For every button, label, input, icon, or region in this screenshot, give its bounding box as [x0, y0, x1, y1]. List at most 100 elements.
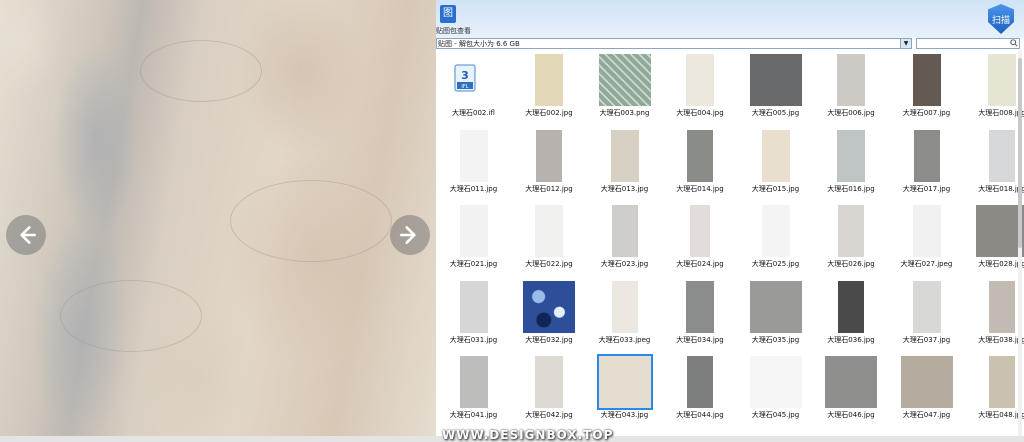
path-combobox[interactable]: 贴图 - 解包大小为 6.6 GB ▼ — [436, 38, 912, 49]
file-name: 大理石037.jpg — [902, 335, 951, 344]
file-item[interactable]: 大理石007.jpg — [889, 50, 964, 125]
file-name: 大理石008.jpg — [978, 109, 1024, 117]
file-item[interactable]: 大理石012.jpg — [512, 126, 587, 201]
file-name: 大理石013.jpg — [600, 184, 649, 193]
file-name: 大理石041.jpg — [449, 411, 498, 419]
scan-button[interactable]: 扫描 — [988, 4, 1014, 34]
file-thumbnail — [988, 54, 1016, 106]
file-item[interactable]: 大理石004.jpg — [663, 50, 738, 125]
file-thumbnail — [686, 54, 714, 106]
file-item[interactable]: 大理石032.jpg — [512, 277, 587, 352]
file-thumbnail — [838, 280, 864, 333]
file-item[interactable]: 大理石014.jpg — [663, 126, 738, 201]
file-item[interactable]: 大理石046.jpg — [814, 352, 889, 427]
svg-text:IFL: IFL — [461, 84, 468, 90]
arrow-right-icon — [400, 226, 416, 244]
file-item[interactable]: 大理石005.jpg — [738, 50, 813, 125]
file-name: 大理石014.jpg — [676, 184, 724, 193]
file-item[interactable]: 大理石018.jpg — [965, 126, 1024, 201]
file-name: 大理石015.jpg — [751, 184, 800, 193]
file-name: 大理石028.jpg — [978, 260, 1024, 268]
file-name: 大理石006.jpg — [827, 109, 875, 117]
file-name: 大理石002.jpg — [525, 109, 573, 117]
file-item[interactable]: 大理石008.jpg — [965, 50, 1024, 125]
file-item[interactable]: 大理石002.jpg — [512, 50, 587, 125]
file-thumbnail — [749, 356, 802, 408]
arrow-left-icon — [20, 226, 36, 244]
file-thumbnail — [598, 54, 651, 106]
file-thumbnail — [912, 280, 941, 333]
file-item[interactable]: 大理石048.jpg — [965, 352, 1024, 427]
file-thumbnail — [976, 205, 1024, 257]
file-item[interactable]: 大理石036.jpg — [814, 277, 889, 352]
file-thumbnail — [611, 280, 638, 333]
file-thumbnail — [749, 280, 802, 333]
file-item[interactable]: 大理石043.jpg — [587, 352, 662, 427]
file-name: 大理石031.jpg — [449, 335, 498, 344]
file-thumbnail — [989, 129, 1015, 182]
file-item[interactable]: 大理石022.jpg — [512, 201, 587, 276]
file-item[interactable]: 大理石041.jpg — [436, 352, 511, 427]
file-thumbnail — [459, 280, 488, 333]
file-name: 大理石042.jpg — [525, 411, 573, 419]
app-icon[interactable]: 图 — [440, 5, 456, 23]
file-item[interactable]: 大理石003.png — [587, 50, 662, 125]
scan-label: 扫描 — [991, 15, 1010, 26]
file-name: 大理石018.jpg — [978, 184, 1024, 193]
file-name: 大理石023.jpg — [600, 260, 649, 268]
chevron-down-icon[interactable]: ▼ — [900, 39, 911, 48]
prev-image-button[interactable] — [6, 215, 46, 255]
file-item[interactable]: 大理石034.jpg — [663, 277, 738, 352]
svg-text:3: 3 — [461, 69, 469, 82]
file-item[interactable]: 大理石011.jpg — [436, 126, 511, 201]
file-item[interactable]: 大理石015.jpg — [738, 126, 813, 201]
file-item[interactable]: 大理石017.jpg — [889, 126, 964, 201]
file-item[interactable]: 3 IFL 大理石002.ifl — [436, 50, 511, 125]
file-item[interactable]: 大理石044.jpg — [663, 352, 738, 427]
file-name: 大理石025.jpg — [751, 260, 800, 268]
file-item[interactable]: 大理石021.jpg — [436, 201, 511, 276]
search-input[interactable] — [916, 38, 1020, 49]
file-item[interactable]: 大理石027.jpeg — [889, 201, 964, 276]
file-thumbnail — [610, 129, 639, 182]
file-item[interactable]: 大理石028.jpg — [965, 201, 1024, 276]
file-thumbnail — [912, 205, 941, 257]
file-item[interactable]: 大理石042.jpg — [512, 352, 587, 427]
file-item[interactable]: 大理石006.jpg — [814, 50, 889, 125]
search-icon[interactable] — [1010, 39, 1018, 50]
file-item[interactable]: 大理石016.jpg — [814, 126, 889, 201]
scrollbar-thumb[interactable] — [1018, 58, 1022, 248]
file-item[interactable]: 大理石024.jpg — [663, 201, 738, 276]
file-name: 大理石003.png — [599, 109, 650, 117]
file-thumbnail — [837, 129, 865, 182]
file-item[interactable]: 大理石025.jpg — [738, 201, 813, 276]
file-name: 大理石035.jpg — [751, 335, 800, 344]
file-thumbnail — [825, 356, 877, 408]
file-thumbnail — [686, 280, 714, 333]
file-item[interactable]: 大理石047.jpg — [889, 352, 964, 427]
vertical-scrollbar[interactable] — [1018, 50, 1022, 436]
file-item[interactable]: 大理石045.jpg — [738, 352, 813, 427]
file-item[interactable]: 大理石037.jpg — [889, 277, 964, 352]
file-thumbnail — [535, 54, 563, 106]
file-item[interactable]: 大理石033.jpeg — [587, 277, 662, 352]
file-thumbnail — [989, 356, 1015, 408]
file-item[interactable]: 大理石026.jpg — [814, 201, 889, 276]
next-image-button[interactable] — [390, 215, 430, 255]
file-item[interactable]: 大理石035.jpg — [738, 277, 813, 352]
file-item[interactable]: 大理石038.jpg — [965, 277, 1024, 352]
file-item[interactable]: 大理石031.jpg — [436, 277, 511, 352]
file-name: 大理石017.jpg — [902, 184, 951, 193]
file-name: 大理石012.jpg — [525, 184, 573, 193]
file-name: 大理石002.ifl — [452, 109, 495, 117]
file-name: 大理石034.jpg — [676, 335, 724, 344]
file-thumbnail — [536, 129, 562, 182]
image-preview — [0, 0, 436, 436]
file-thumbnail — [749, 54, 802, 106]
file-item[interactable]: 大理石023.jpg — [587, 201, 662, 276]
file-item[interactable]: 大理石013.jpg — [587, 126, 662, 201]
file-thumbnail — [838, 205, 864, 257]
file-name: 大理石043.jpg — [600, 411, 649, 419]
file-thumbnail — [459, 356, 488, 408]
file-thumbnail — [523, 280, 575, 333]
